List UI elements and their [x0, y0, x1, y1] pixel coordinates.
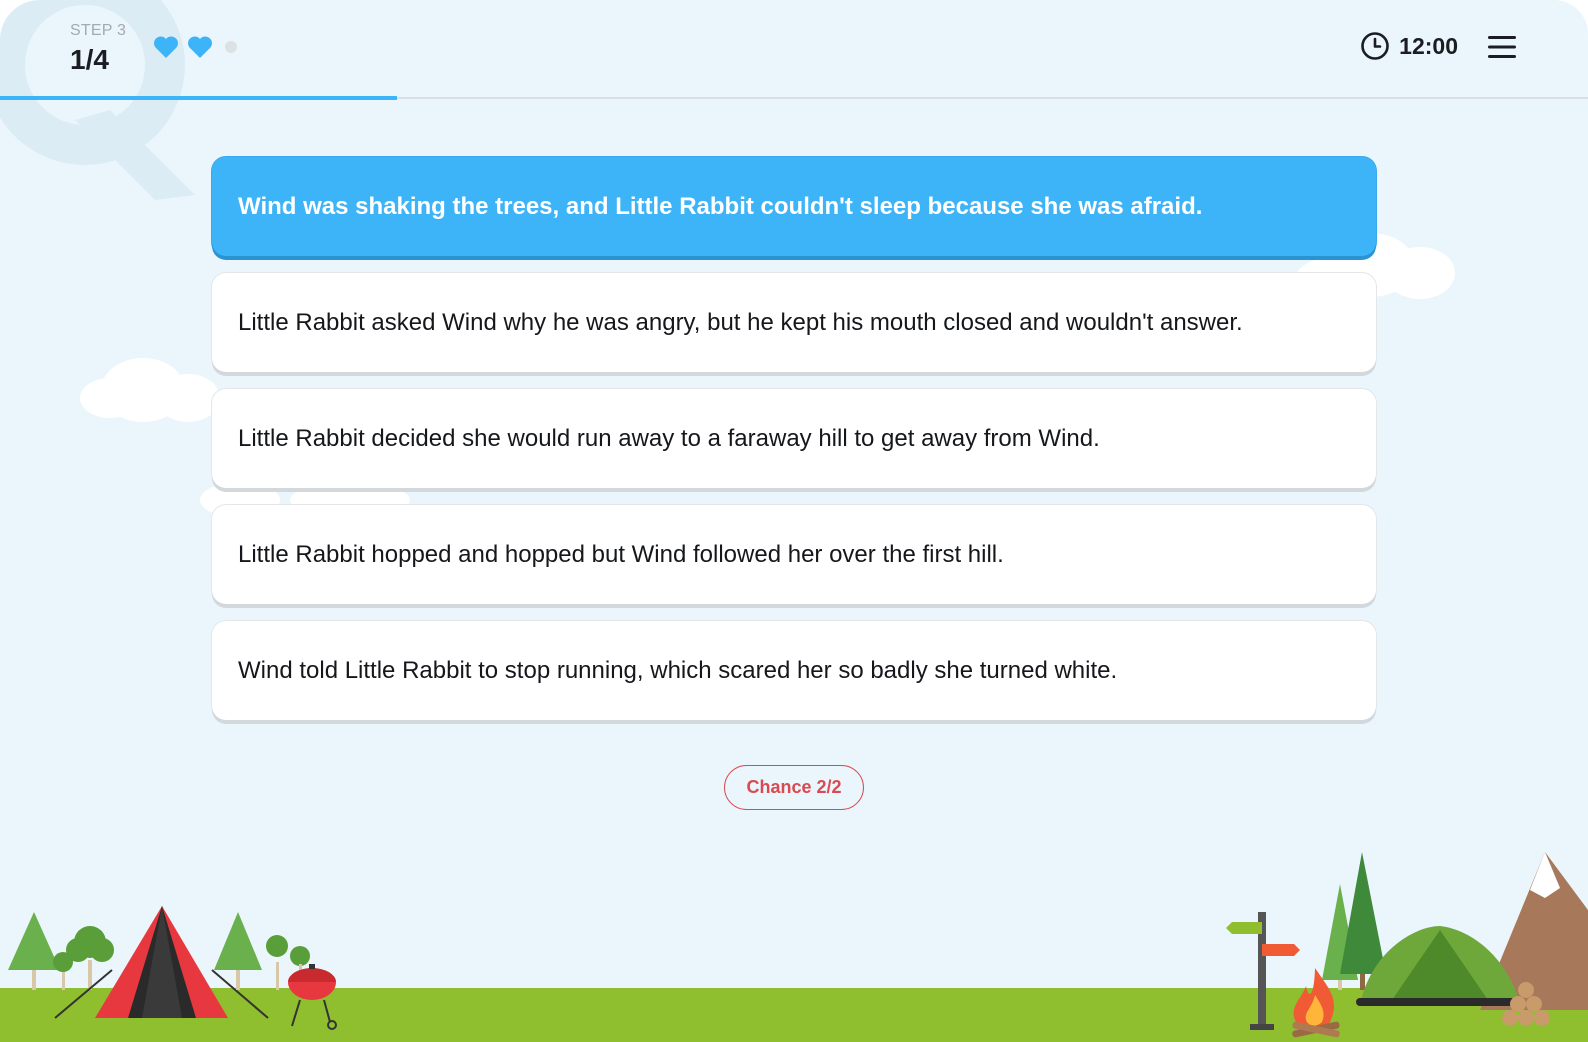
option-card[interactable]: Wind told Little Rabbit to stop running,…: [212, 621, 1376, 720]
question-progress: 1/4: [70, 44, 109, 75]
clock-icon: [1361, 32, 1389, 60]
option-text: Wind was shaking the trees, and Little R…: [238, 193, 1203, 220]
hamburger-menu-icon[interactable]: [1488, 34, 1516, 60]
option-card-selected[interactable]: Wind was shaking the trees, and Little R…: [212, 157, 1376, 256]
option-card[interactable]: Little Rabbit hopped and hopped but Wind…: [212, 505, 1376, 604]
option-card[interactable]: Little Rabbit asked Wind why he was angr…: [212, 273, 1376, 372]
top-bar: STEP 3 1/4 12:00: [0, 0, 1588, 98]
heart-icon: [187, 36, 213, 58]
green-tent: [1356, 926, 1524, 1006]
step-label: STEP 3: [70, 22, 127, 39]
pine-tree-left: [8, 912, 60, 990]
progress-bar: [0, 96, 397, 100]
heart-icon: [153, 36, 179, 58]
empty-life-dot: [225, 41, 237, 53]
timer-text: 12:00: [1399, 32, 1458, 59]
option-text: Wind told Little Rabbit to stop running,…: [238, 657, 1118, 684]
cloud-decoration: [80, 358, 220, 422]
option-text: Little Rabbit hopped and hopped but Wind…: [238, 541, 1004, 568]
round-tree-left: [53, 926, 114, 990]
lives-indicator: [153, 35, 237, 59]
option-card[interactable]: Little Rabbit decided she would run away…: [212, 389, 1376, 488]
sentence-options: Wind was shaking the trees, and Little R…: [212, 157, 1376, 737]
option-text: Little Rabbit decided she would run away…: [238, 425, 1100, 452]
camping-scene-illustration: [0, 852, 1588, 1042]
option-text: Little Rabbit asked Wind why he was angr…: [238, 309, 1243, 336]
timer: 12:00: [1360, 31, 1458, 61]
chance-counter-badge: Chance 2/2: [724, 765, 864, 810]
quiz-screen: STEP 3 1/4 12:00 Wind was shaking the tr…: [0, 0, 1588, 1042]
